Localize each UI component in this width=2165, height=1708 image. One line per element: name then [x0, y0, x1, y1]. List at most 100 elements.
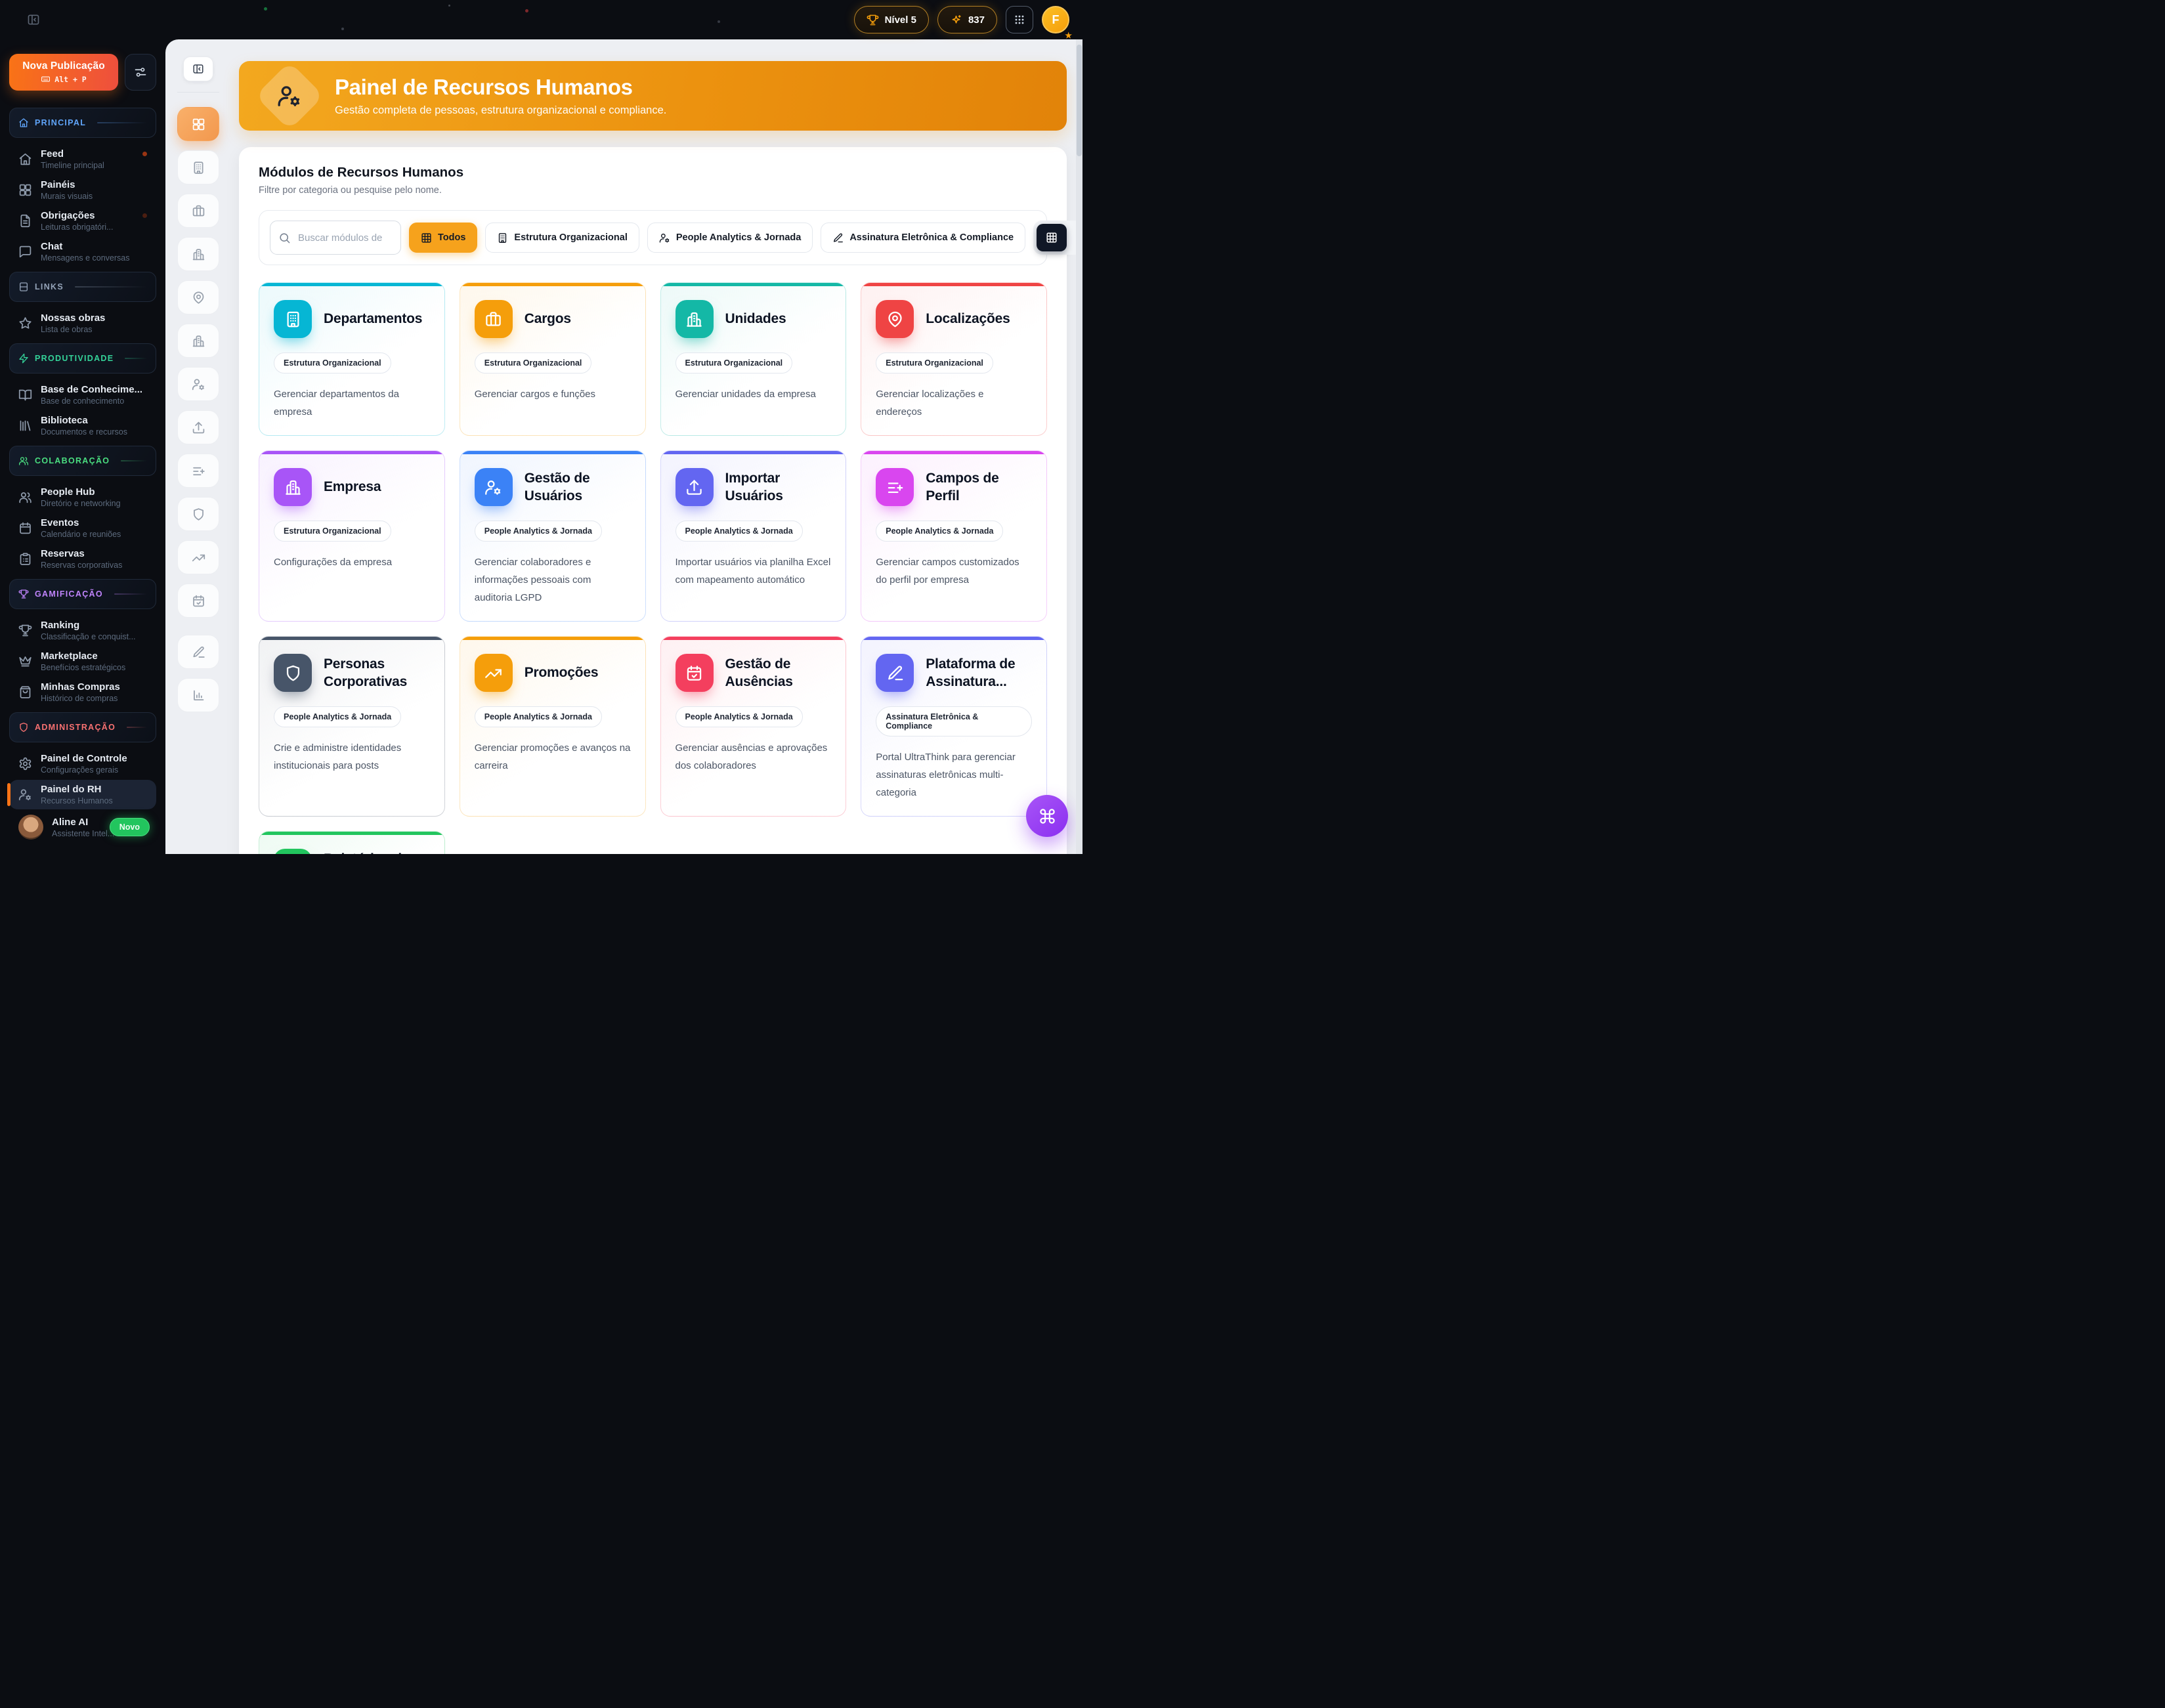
rail-item-calendar-check[interactable]	[177, 584, 219, 618]
sidebar-item-eventos[interactable]: EventosCalendário e reuniões	[9, 513, 156, 543]
sidebar-item-title: Base de Conhecime...	[41, 384, 142, 395]
rail-item-briefcase[interactable]	[177, 194, 219, 228]
card-description: Gerenciar ausências e aprovações dos col…	[675, 739, 832, 775]
card-header: Gestão de Ausências	[675, 654, 832, 692]
sidebar-settings-button[interactable]	[125, 54, 156, 91]
rail-item-building-2[interactable]	[177, 237, 219, 271]
rail-item-shield[interactable]	[177, 497, 219, 531]
sidebar-item-title: Chat	[41, 241, 130, 252]
rail-item-bar-chart[interactable]	[177, 678, 219, 712]
section-header-gamificacao[interactable]: GAMIFICAÇÃO	[9, 579, 156, 609]
upload-icon	[192, 421, 205, 435]
sidebar-item-people-hub[interactable]: People HubDiretório e networking	[9, 482, 156, 512]
section-header-administracao[interactable]: ADMINISTRAÇÃO	[9, 712, 156, 742]
module-card-unidades[interactable]: UnidadesEstrutura OrganizacionalGerencia…	[660, 282, 847, 436]
section-label: PRODUTIVIDADE	[35, 354, 114, 363]
filter-chip-assinatura-eletronica-compliance[interactable]: Assinatura Eletrônica & Compliance	[821, 223, 1025, 253]
sidebar-item-paineis[interactable]: PainéisMurais visuais	[9, 175, 156, 205]
sidebar-item-obrigacoes[interactable]: ObrigaçõesLeituras obrigatóri...	[9, 206, 156, 236]
rail-item-user-cog[interactable]	[177, 367, 219, 401]
apps-grid-button[interactable]	[1006, 6, 1033, 33]
rail-item-building-2[interactable]	[177, 324, 219, 358]
section-label: LINKS	[35, 282, 64, 291]
trending-up-icon	[484, 664, 502, 682]
card-icon-user-cog	[475, 468, 513, 506]
sidebar-collapse-button[interactable]	[25, 11, 42, 28]
sidebar-item-feed[interactable]: FeedTimeline principal	[9, 144, 156, 174]
rail-item-upload[interactable]	[177, 410, 219, 444]
rail-item-list-plus[interactable]	[177, 454, 219, 488]
trophy-icon	[18, 624, 32, 637]
sidebar-item-nossas-obras[interactable]: Nossas obrasLista de obras	[9, 309, 156, 338]
scrollbar[interactable]	[1076, 39, 1082, 854]
command-fab[interactable]	[1026, 795, 1068, 837]
card-icon-pen-line	[876, 654, 914, 692]
user-avatar[interactable]: F	[1042, 6, 1069, 33]
sidebar-item-text: BibliotecaDocumentos e recursos	[41, 415, 127, 437]
module-card-promocoes[interactable]: PromoçõesPeople Analytics & JornadaGeren…	[460, 636, 646, 817]
filter-chip-todos[interactable]: Todos	[409, 223, 477, 253]
level-badge[interactable]: Nível 5	[854, 6, 929, 33]
rail-item-map-pin[interactable]	[177, 280, 219, 314]
sidebar-item-biblioteca[interactable]: BibliotecaDocumentos e recursos	[9, 411, 156, 440]
module-card-personas-corporativas[interactable]: Personas CorporativasPeople Analytics & …	[259, 636, 445, 817]
rail-collapse-button[interactable]	[183, 56, 213, 81]
banner-text: Painel de Recursos Humanos Gestão comple…	[335, 75, 666, 117]
sidebar-item-ranking[interactable]: RankingClassificação e conquist...	[9, 616, 156, 645]
grid-view-button[interactable]	[1037, 224, 1067, 251]
section-label: PRINCIPAL	[35, 118, 86, 127]
filter-chip-estrutura-organizacional[interactable]: Estrutura Organizacional	[485, 223, 639, 253]
grid-view-icon	[1046, 232, 1058, 244]
bar-chart-icon	[192, 689, 205, 702]
sidebar-item-base-de-conhecime[interactable]: Base de Conhecime...Base de conhecimento	[9, 380, 156, 410]
points-badge[interactable]: 837	[937, 6, 997, 33]
sidebar-item-chat[interactable]: ChatMensagens e conversas	[9, 237, 156, 267]
module-card-importar-usuarios[interactable]: Importar UsuáriosPeople Analytics & Jorn…	[660, 450, 847, 622]
sidebar-item-subtitle: Configurações gerais	[41, 765, 127, 775]
sidebar-item-minhas-compras[interactable]: Minhas ComprasHistórico de compras	[9, 677, 156, 707]
sidebar-item-marketplace[interactable]: MarketplaceBenefícios estratégicos	[9, 647, 156, 676]
decoration-dot	[448, 5, 450, 7]
module-card-plataforma-de-assinatura[interactable]: Plataforma de Assinatura...Assinatura El…	[861, 636, 1047, 817]
module-card-gestao-de-usuarios[interactable]: Gestão de UsuáriosPeople Analytics & Jor…	[460, 450, 646, 622]
module-card-cargos[interactable]: CargosEstrutura OrganizacionalGerenciar …	[460, 282, 646, 436]
section-header-produtividade[interactable]: PRODUTIVIDADE	[9, 343, 156, 374]
map-pin-icon	[886, 310, 904, 328]
filter-chip-people-analytics-jornada[interactable]: People Analytics & Jornada	[647, 223, 813, 253]
sidebar-item-painel-de-controle[interactable]: Painel de ControleConfigurações gerais	[9, 749, 156, 779]
module-card-gestao-de-ausencias[interactable]: Gestão de AusênciasPeople Analytics & Jo…	[660, 636, 847, 817]
module-card-empresa[interactable]: EmpresaEstrutura OrganizacionalConfigura…	[259, 450, 445, 622]
card-description: Portal UltraThink para gerenciar assinat…	[876, 748, 1032, 801]
search-input[interactable]	[297, 232, 393, 244]
sidebar-item-text: ChatMensagens e conversas	[41, 241, 130, 263]
new-publication-button[interactable]: Nova Publicação Alt + P	[9, 54, 118, 91]
sidebar-item-reservas[interactable]: ReservasReservas corporativas	[9, 544, 156, 574]
rail-item-pen-line[interactable]	[177, 635, 219, 669]
sidebar-item-painel-do-rh[interactable]: Painel do RHRecursos Humanos	[9, 780, 156, 809]
section-header-principal[interactable]: PRINCIPAL	[9, 108, 156, 138]
upload-icon	[685, 479, 703, 496]
rail-item-building[interactable]	[177, 150, 219, 184]
section-header-links[interactable]: LINKS	[9, 272, 156, 302]
sidebar-item-subtitle: Documentos e recursos	[41, 427, 127, 437]
library-icon	[18, 419, 32, 433]
module-card-relatorios-de-assinatura[interactable]: Relatórios de Assinatura...Assinatura El…	[259, 831, 445, 854]
module-card-localizacoes[interactable]: LocalizaçõesEstrutura OrganizacionalGere…	[861, 282, 1047, 436]
notification-dot	[142, 152, 147, 156]
card-icon-upload	[675, 468, 714, 506]
sidebar-item-subtitle: Lista de obras	[41, 325, 105, 334]
zap-icon	[18, 353, 29, 364]
briefcase-icon	[484, 310, 502, 328]
rail-item-layout-grid[interactable]	[177, 107, 219, 141]
sidebar-item-aline-ai[interactable]: Aline AIAssistente Intel...Novo	[9, 811, 156, 843]
scrollbar-thumb[interactable]	[1077, 45, 1082, 156]
module-card-departamentos[interactable]: DepartamentosEstrutura OrganizacionalGer…	[259, 282, 445, 436]
sidebar-item-title: People Hub	[41, 486, 121, 498]
section-header-colaboracao[interactable]: COLABORAÇÃO	[9, 446, 156, 476]
app-body: Nova Publicação Alt + P PRINCIPAL FeedTim…	[0, 39, 1082, 854]
module-card-campos-de-perfil[interactable]: Campos de PerfilPeople Analytics & Jorna…	[861, 450, 1047, 622]
shortcut-text: Alt + P	[54, 75, 86, 84]
book-open-icon	[18, 388, 32, 402]
hr-banner: Painel de Recursos Humanos Gestão comple…	[239, 61, 1067, 131]
rail-item-trending-up[interactable]	[177, 540, 219, 574]
